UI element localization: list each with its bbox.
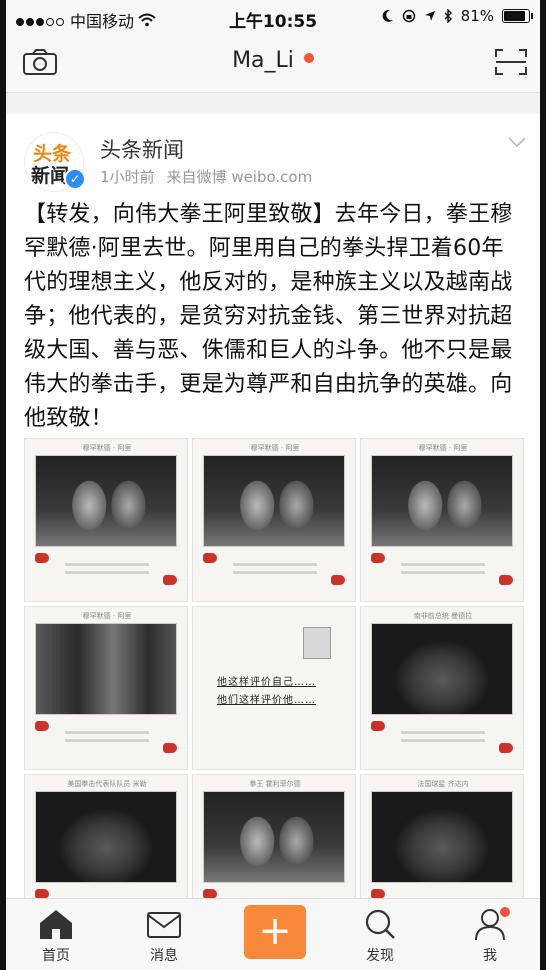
image-caption: 穆罕默德 · 阿里: [82, 612, 132, 620]
rotation-lock-icon: [402, 9, 415, 23]
tab-discover[interactable]: 发现: [340, 899, 420, 970]
decor-text-line: [65, 571, 149, 574]
avatar-text-bottom: 新闻: [31, 165, 70, 187]
nav-title-group[interactable]: Ma_Li: [6, 48, 540, 73]
image-caption: 穆罕默德 · 阿里: [250, 444, 300, 452]
post-meta: 1小时前 来自微博 weibo.com: [100, 166, 324, 187]
glove-icon: [35, 721, 49, 731]
home-icon: [40, 910, 72, 939]
verified-icon: ✓: [64, 168, 86, 190]
image-caption: 法国球星 齐达内: [417, 780, 469, 788]
decor-text-line: [401, 739, 485, 742]
page-title: Ma_Li: [232, 48, 294, 73]
image-grid: 穆罕默德 · 阿里 穆罕默德 · 阿里 穆罕默德 · 阿里 穆罕默德 · 阿里 他这样评…: [24, 438, 524, 938]
glove-icon: [203, 553, 217, 563]
tab-me-label: 我: [483, 948, 497, 964]
photo: [371, 455, 513, 547]
glove-icon: [35, 553, 49, 563]
glove-icon: [163, 743, 177, 753]
image-thumbnail[interactable]: 南非前总统 曼德拉: [360, 606, 524, 770]
status-bar: 中国移动 上午10:55 81%: [6, 0, 540, 34]
image-text-line: 他这样评价自己……: [217, 677, 316, 688]
location-icon: [424, 11, 435, 21]
battery-icon: [502, 9, 533, 23]
app-frame: 中国移动 上午10:55 81% Ma_Li 头条 新闻 ✓ 头条新闻 1小时前…: [6, 0, 540, 970]
decor-text-line: [65, 739, 149, 742]
compose-button[interactable]: +: [244, 905, 306, 959]
decor-text-line: [65, 731, 149, 734]
post-time: 1小时前: [100, 168, 155, 186]
decor-text-line: [401, 731, 485, 734]
decor-text-line: [233, 563, 317, 566]
tab-me[interactable]: 我: [450, 899, 530, 970]
image-thumbnail[interactable]: 穆罕默德 · 阿里: [192, 438, 356, 602]
photo: [35, 623, 177, 715]
tab-messages-label: 消息: [150, 948, 178, 964]
glove-icon: [499, 575, 513, 585]
decor-text-line: [401, 563, 485, 566]
photo: [371, 791, 513, 883]
mail-icon: [147, 912, 181, 938]
notification-dot: [500, 907, 510, 917]
glove-icon: [371, 721, 385, 731]
image-caption: 拳王 霍利菲尔德: [249, 780, 301, 788]
bluetooth-icon: [444, 9, 452, 23]
glove-icon: [331, 575, 345, 585]
photo: [203, 455, 345, 547]
decor-text-line: [233, 571, 317, 574]
glove-icon: [499, 743, 513, 753]
navigation-bar: Ma_Li: [6, 34, 540, 93]
photo: [203, 791, 345, 883]
image-caption: 穆罕默德 · 阿里: [418, 444, 468, 452]
photo: [371, 623, 513, 715]
status-right: 81%: [382, 7, 533, 25]
weibo-post-card: 头条 新闻 ✓ 头条新闻 1小时前 来自微博 weibo.com 【转发，向伟大拳…: [6, 114, 540, 938]
decor-text-line: [65, 563, 149, 566]
image-thumbnail[interactable]: 穆罕默德 · 阿里: [24, 438, 188, 602]
battery-percent: 81%: [460, 7, 494, 25]
tab-discover-label: 发现: [366, 948, 394, 964]
portrait-icon: [303, 627, 331, 659]
plus-icon: +: [258, 908, 292, 954]
search-icon: [365, 909, 395, 939]
tab-messages[interactable]: 消息: [124, 899, 204, 970]
image-thumbnail[interactable]: 穆罕默德 · 阿里: [360, 438, 524, 602]
photo: [35, 455, 177, 547]
chevron-down-icon[interactable]: [508, 136, 526, 148]
glove-icon: [163, 575, 177, 585]
tab-bar: 首页 消息 + 发现 我: [6, 898, 540, 970]
glove-icon: [371, 553, 385, 563]
author-name[interactable]: 头条新闻: [100, 134, 184, 164]
post-source: 来自微博 weibo.com: [166, 168, 313, 186]
image-caption: 穆罕默德 · 阿里: [82, 444, 132, 452]
image-thumbnail[interactable]: 穆罕默德 · 阿里: [24, 606, 188, 770]
moon-icon: [382, 9, 393, 22]
image-caption: 南非前总统 曼德拉: [413, 612, 473, 620]
image-thumbnail[interactable]: 他这样评价自己…… 他们这样评价他……: [192, 606, 356, 770]
scan-icon[interactable]: [494, 48, 528, 76]
tab-home[interactable]: 首页: [16, 899, 96, 970]
image-text-line: 他们这样评价他……: [217, 695, 316, 706]
unread-dot: [303, 53, 314, 63]
decor-text-line: [401, 571, 485, 574]
post-body: 【转发，向伟大拳王阿里致敬】去年今日，拳王穆罕默德·阿里去世。阿里用自己的拳头捍…: [24, 202, 513, 431]
photo: [35, 791, 177, 883]
image-caption: 美国拳击代表队队员 米勒: [67, 780, 147, 788]
tab-home-label: 首页: [42, 948, 70, 964]
